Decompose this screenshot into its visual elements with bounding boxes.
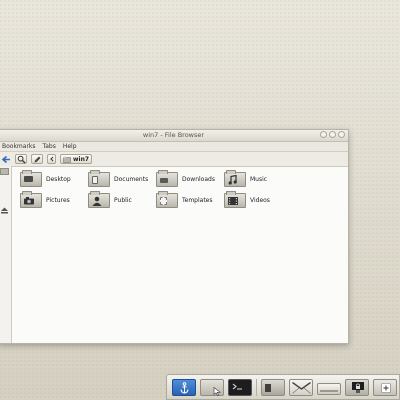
terminal-icon[interactable] [228, 378, 252, 396]
folder-music[interactable]: Music [224, 170, 268, 187]
path-left-button[interactable] [47, 154, 56, 164]
folder-pictures[interactable]: Pictures [20, 191, 70, 208]
desktop-icon [20, 170, 42, 187]
folder-label: Public [114, 197, 132, 204]
drive-icon[interactable] [317, 383, 341, 395]
title-bar[interactable]: win7 - File Browser [0, 130, 348, 142]
maximize-button[interactable] [329, 131, 336, 138]
folder-label: Desktop [46, 176, 71, 183]
folder-label: Music [250, 176, 268, 183]
folder-videos[interactable]: Videos [224, 191, 270, 208]
dock-panel [166, 374, 400, 400]
sidebar-eject-icon[interactable] [0, 207, 9, 214]
folder-label: Templates [182, 197, 213, 204]
anchor-icon[interactable] [172, 378, 196, 396]
edit-location-button[interactable] [31, 154, 43, 164]
search-button[interactable] [15, 154, 27, 164]
pictures-icon [20, 191, 42, 208]
menu-bookmarks[interactable]: Bookmarks [2, 143, 36, 150]
image-viewer-icon[interactable] [261, 378, 285, 396]
pencil-icon [34, 156, 40, 162]
templates-icon [156, 191, 178, 208]
folder-label: Downloads [182, 176, 215, 183]
documents-icon [88, 170, 110, 187]
folder-label: Pictures [46, 197, 70, 204]
folder-desktop[interactable]: Desktop [20, 170, 71, 187]
minimize-button[interactable] [320, 131, 327, 138]
home-folder-icon [63, 156, 71, 163]
videos-icon [224, 191, 246, 208]
music-icon [224, 170, 246, 187]
window-controls [320, 131, 345, 138]
menu-help[interactable]: Help [63, 143, 77, 150]
search-icon [17, 155, 25, 163]
public-icon [88, 191, 110, 208]
folder-label: Documents [114, 176, 149, 183]
mail-icon[interactable] [289, 378, 313, 396]
dock-separator [256, 378, 257, 396]
sidebar-home-icon[interactable] [0, 168, 9, 175]
folder-downloads[interactable]: Downloads [156, 170, 215, 187]
add-icon[interactable] [373, 378, 397, 396]
folder-templates[interactable]: Templates [156, 191, 213, 208]
chevron-left-icon [49, 156, 53, 162]
folder-documents[interactable]: Documents [88, 170, 149, 187]
pointer-icon [213, 386, 221, 396]
file-view: Desktop Documents Downloads Music Pictur… [12, 166, 348, 343]
menu-tabs[interactable]: Tabs [43, 143, 56, 150]
breadcrumb-home[interactable]: win7 [60, 154, 93, 164]
back-arrow-icon [1, 155, 10, 163]
back-button[interactable] [1, 154, 11, 164]
sidebar [0, 166, 12, 343]
folder-public[interactable]: Public [88, 191, 132, 208]
breadcrumb-label: win7 [73, 155, 90, 163]
lock-icon[interactable] [345, 378, 369, 396]
file-manager-icon[interactable] [200, 378, 224, 396]
file-browser-window: win7 - File Browser Bookmarks Tabs Help … [0, 129, 349, 344]
folder-label: Videos [250, 197, 270, 204]
close-button[interactable] [338, 131, 345, 138]
window-title: win7 - File Browser [142, 131, 205, 139]
menu-bar: Bookmarks Tabs Help [0, 142, 348, 152]
toolbar: win7 [0, 152, 348, 167]
downloads-icon [156, 170, 178, 187]
